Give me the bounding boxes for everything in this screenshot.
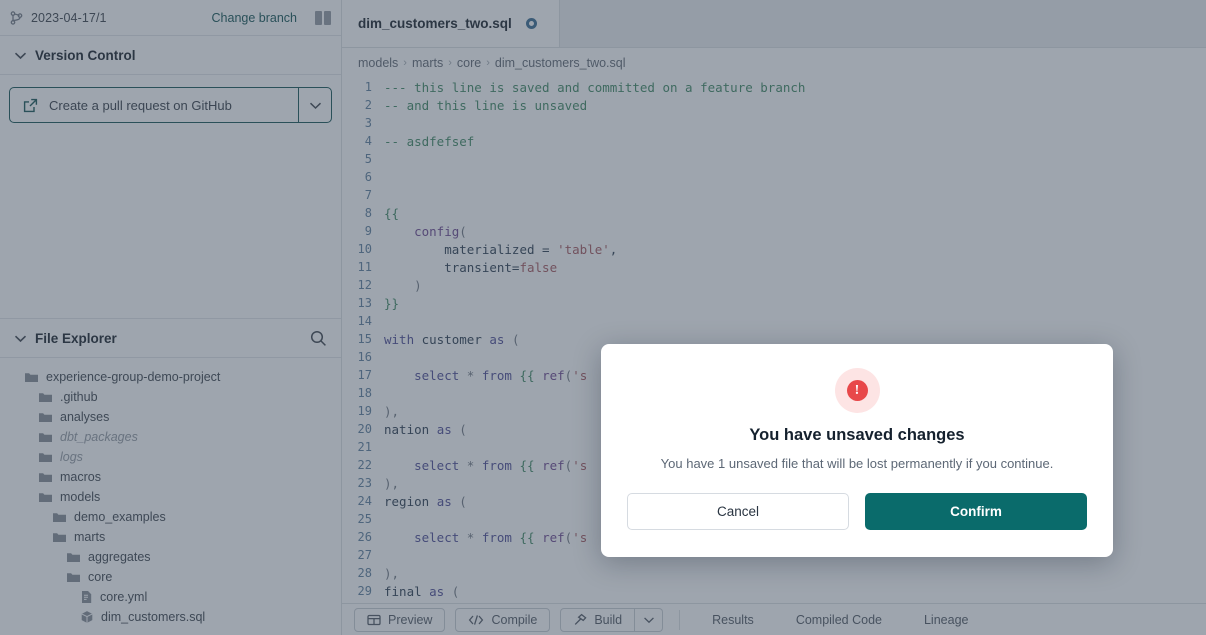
- unsaved-changes-dialog: ! You have unsaved changes You have 1 un…: [601, 344, 1113, 557]
- alert-exclamation-glyph: !: [847, 380, 868, 401]
- dialog-actions: Cancel Confirm: [627, 493, 1087, 530]
- cancel-button[interactable]: Cancel: [627, 493, 849, 530]
- alert-exclamation-icon: !: [835, 368, 880, 413]
- dialog-body: You have 1 unsaved file that will be los…: [661, 456, 1054, 471]
- confirm-button[interactable]: Confirm: [865, 493, 1087, 530]
- app-root: 2023-04-17/1 Change branch Version Contr…: [0, 0, 1206, 635]
- dialog-title: You have unsaved changes: [749, 426, 964, 445]
